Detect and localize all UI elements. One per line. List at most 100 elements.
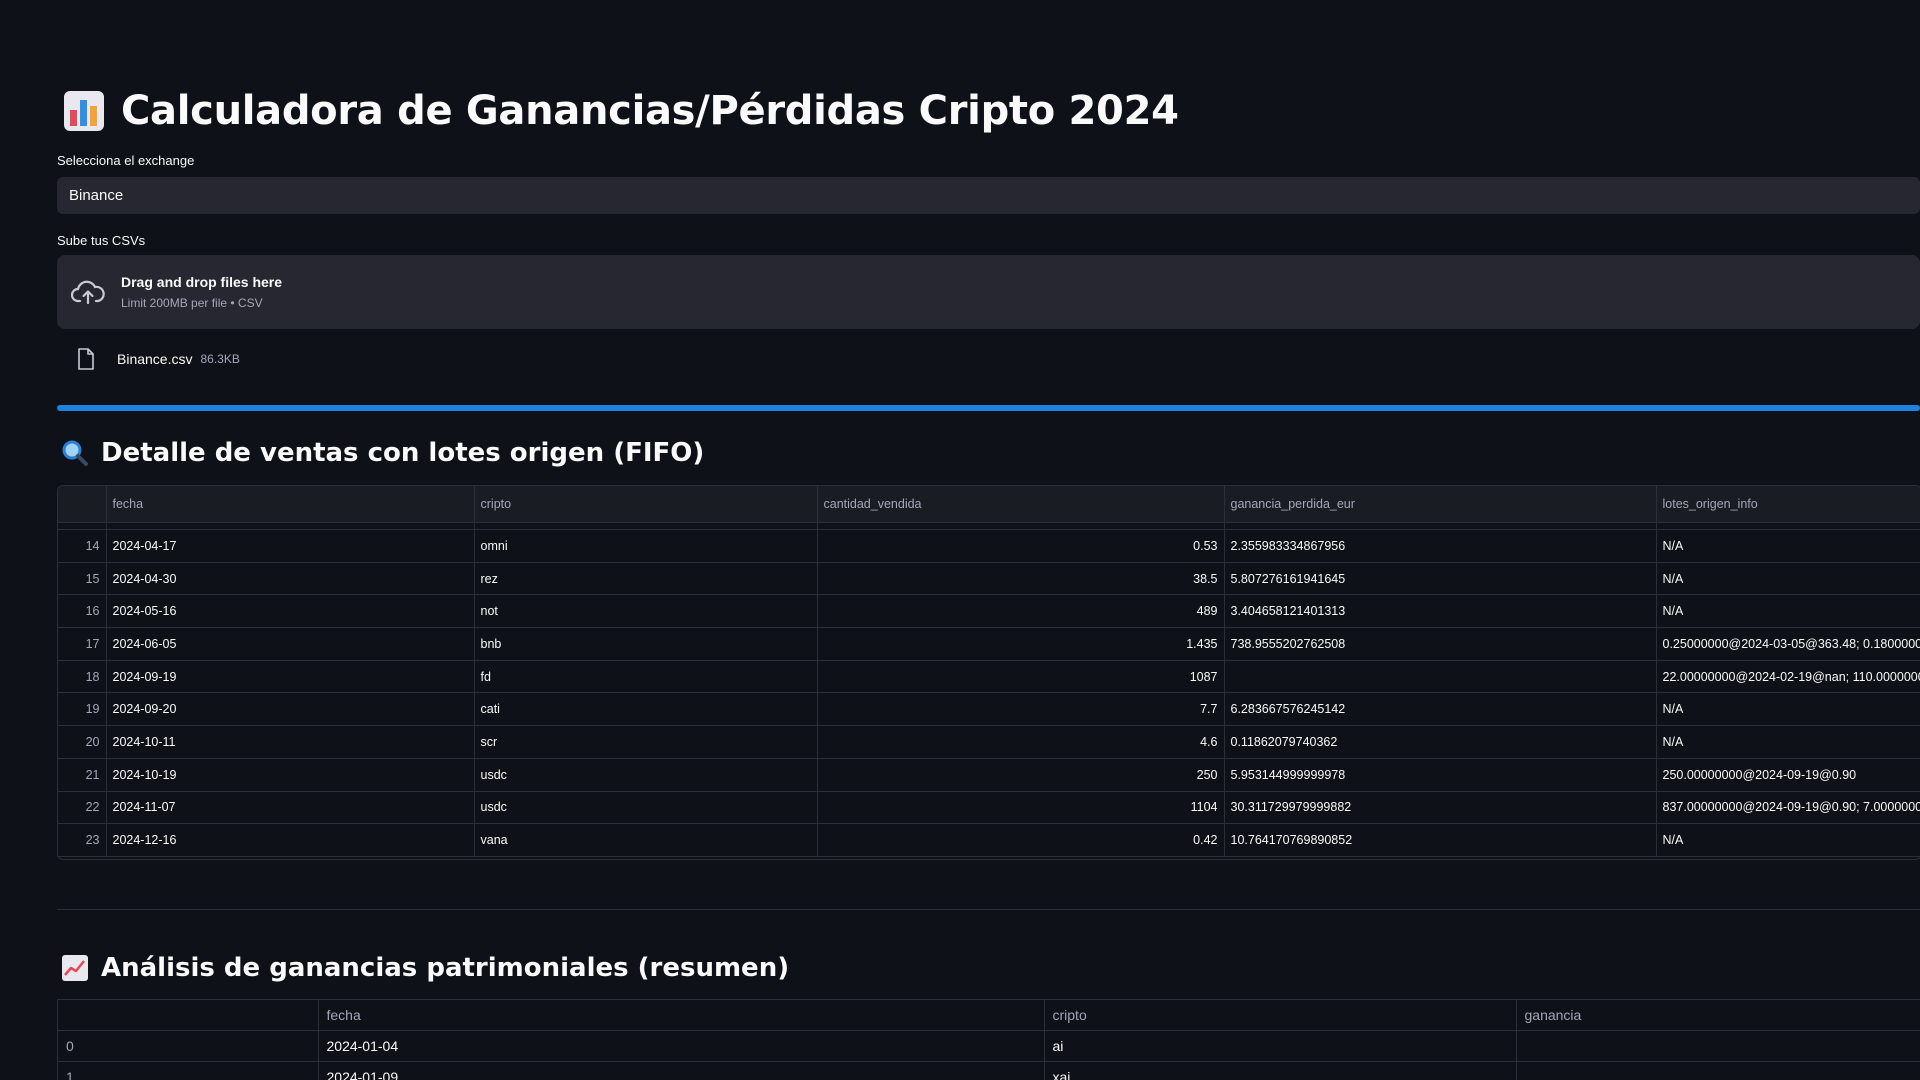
ganancia-cell[interactable]: 5.807276161941645	[1224, 562, 1657, 596]
table-row[interactable]: 22 2024-11-07 usdc 1104 30.311729979999882 83…	[58, 791, 1920, 825]
fecha-cell: 2024-01-09	[318, 1061, 1045, 1080]
row-index[interactable]: 18	[58, 660, 107, 694]
cripto-cell[interactable]: scr	[474, 725, 818, 759]
lotes-cell[interactable]: 250.00000000@2024-09-19@0.90	[1656, 758, 1920, 792]
ganancia-cell[interactable]: 6.283667576245142	[1224, 692, 1657, 727]
fecha-cell[interactable]: 2024-11-07	[106, 791, 475, 825]
cantidad-cell[interactable]: 7.7	[817, 692, 1225, 727]
table-row[interactable]: 20 2024-10-11 scr 4.6 0.11862079740362 N/A	[58, 725, 1920, 759]
fifo-section-title: Detalle de ventas con lotes origen (FIFO…	[101, 438, 705, 468]
index-column-header	[58, 1000, 319, 1031]
table-row[interactable]: 15 2024-04-30 rez 38.5 5.807276161941645 N/A	[58, 562, 1920, 596]
cripto-cell[interactable]: cati	[474, 692, 818, 727]
cantidad-cell[interactable]: 489	[817, 594, 1225, 629]
progress-bar	[57, 405, 1920, 411]
column-header: ganancia	[1516, 1000, 1920, 1031]
fecha-cell[interactable]: 2024-04-30	[106, 562, 475, 596]
cripto-cell[interactable]: omni	[474, 529, 818, 563]
cripto-cell[interactable]: bnb	[474, 627, 818, 661]
cantidad-cell[interactable]: 1104	[817, 791, 1225, 825]
cantidad-cell[interactable]: 1087	[817, 660, 1225, 694]
table-row[interactable]: 14 2024-04-17 omni 0.53 2.355983334867956 N/A	[58, 529, 1920, 563]
ganancia-cell[interactable]: 0.11862079740362	[1224, 725, 1657, 759]
fifo-data-table[interactable]: fecha cripto cantidad_vendida ganancia_p…	[57, 485, 1920, 860]
cripto-cell[interactable]: vana	[474, 823, 818, 857]
table-header-row: fecha cripto cantidad_vendida ganancia_p…	[58, 486, 1920, 523]
fecha-cell[interactable]: 2024-04-17	[106, 529, 475, 563]
uploaded-file-item: Binance.csv 86.3KB	[77, 348, 240, 370]
exchange-select[interactable]: Binance	[57, 177, 1920, 214]
fecha-cell[interactable]: 2024-06-05	[106, 627, 475, 661]
table-row[interactable]: 21 2024-10-19 usdc 250 5.953144999999978 250.…	[58, 758, 1920, 792]
row-index[interactable]: 22	[58, 791, 107, 825]
fecha-cell[interactable]: 2024-10-11	[106, 725, 475, 759]
ganancia-cell[interactable]: 738.9555202762508	[1224, 627, 1657, 661]
ganancia-cell[interactable]: 2.355983334867956	[1224, 529, 1657, 563]
lotes-cell[interactable]: N/A	[1656, 725, 1920, 759]
row-index[interactable]: 21	[58, 758, 107, 792]
fecha-cell[interactable]: 2024-09-19	[106, 660, 475, 694]
lotes-cell[interactable]: N/A	[1656, 529, 1920, 563]
lotes-cell[interactable]: 837.00000000@2024-09-19@0.90; 7.00000000…	[1656, 791, 1920, 825]
cripto-cell[interactable]: usdc	[474, 758, 818, 792]
row-index[interactable]: 14	[58, 529, 107, 563]
ganancia-cell[interactable]: 5.953144999999978	[1224, 758, 1657, 792]
lotes-cell[interactable]: N/A	[1656, 823, 1920, 857]
cripto-cell[interactable]: fd	[474, 660, 818, 694]
page-title: Calculadora de Ganancias/Pérdidas Cripto…	[121, 88, 1179, 134]
column-header[interactable]: cripto	[474, 486, 818, 523]
summary-data-table[interactable]: fecha cripto ganancia 0 2024-01-04 ai 1 2024…	[57, 999, 1920, 1080]
cripto-cell[interactable]: usdc	[474, 791, 818, 825]
fecha-cell[interactable]: 2024-09-20	[106, 692, 475, 727]
file-size: 86.3KB	[200, 352, 240, 366]
fecha-cell: 2024-01-04	[318, 1030, 1045, 1062]
fecha-cell[interactable]: 2024-05-16	[106, 594, 475, 629]
cantidad-cell[interactable]: 4.6	[817, 725, 1225, 759]
ganancia-cell	[1516, 1061, 1920, 1080]
table-row[interactable]: 0 2024-01-04 ai	[58, 1030, 1920, 1062]
cantidad-cell[interactable]: 1.435	[817, 627, 1225, 661]
ganancia-cell	[1516, 1030, 1920, 1062]
column-header[interactable]: lotes_origen_info	[1656, 486, 1920, 523]
upload-label: Sube tus CSVs	[57, 233, 146, 248]
file-dropzone[interactable]: Drag and drop files here Limit 200MB per…	[57, 255, 1920, 329]
column-header[interactable]: ganancia_perdida_eur	[1224, 486, 1657, 523]
cantidad-cell[interactable]: 0.42	[817, 823, 1225, 857]
fecha-cell[interactable]: 2024-10-19	[106, 758, 475, 792]
lotes-cell[interactable]: 22.00000000@2024-02-19@nan; 110.0000000@	[1656, 660, 1920, 694]
lotes-cell[interactable]: 0.25000000@2024-03-05@363.48; 0.18000000…	[1656, 627, 1920, 661]
table-cell	[1224, 522, 1657, 530]
ganancia-cell[interactable]: 3.404658121401313	[1224, 594, 1657, 629]
row-index[interactable]: 16	[58, 594, 107, 629]
lotes-cell[interactable]: N/A	[1656, 692, 1920, 727]
row-index[interactable]: 15	[58, 562, 107, 596]
row-index[interactable]: 20	[58, 725, 107, 759]
file-icon	[78, 348, 94, 370]
cantidad-cell[interactable]: 250	[817, 758, 1225, 792]
magnifier-icon	[62, 440, 88, 466]
table-row[interactable]: 16 2024-05-16 not 489 3.404658121401313 N/A	[58, 594, 1920, 629]
column-header[interactable]: fecha	[106, 486, 475, 523]
cripto-cell[interactable]: not	[474, 594, 818, 629]
table-row[interactable]: 18 2024-09-19 fd 1087 22.00000000@2024-02-19…	[58, 660, 1920, 694]
column-header: fecha	[318, 1000, 1045, 1031]
row-index[interactable]: 23	[58, 823, 107, 857]
table-row[interactable]: 23 2024-12-16 vana 0.42 10.764170769890852 N/…	[58, 823, 1920, 857]
table-row[interactable]: 19 2024-09-20 cati 7.7 6.283667576245142 N/A	[58, 692, 1920, 727]
row-index[interactable]: 17	[58, 627, 107, 661]
table-row[interactable]: 17 2024-06-05 bnb 1.435 738.9555202762508 0.2…	[58, 627, 1920, 661]
cripto-cell[interactable]: rez	[474, 562, 818, 596]
lotes-cell[interactable]: N/A	[1656, 594, 1920, 629]
ganancia-cell[interactable]: 30.311729979999882	[1224, 791, 1657, 825]
ganancia-cell[interactable]: 10.764170769890852	[1224, 823, 1657, 857]
row-index[interactable]: 19	[58, 692, 107, 727]
cantidad-cell[interactable]: 0.53	[817, 529, 1225, 563]
ganancia-cell[interactable]	[1224, 660, 1657, 694]
table-cell	[474, 522, 818, 530]
table-row[interactable]: 1 2024-01-09 xai	[58, 1061, 1920, 1080]
column-header[interactable]: cantidad_vendida	[817, 486, 1225, 523]
dropzone-instructions: Drag and drop files here	[121, 274, 283, 290]
cantidad-cell[interactable]: 38.5	[817, 562, 1225, 596]
fecha-cell[interactable]: 2024-12-16	[106, 823, 475, 857]
lotes-cell[interactable]: N/A	[1656, 562, 1920, 596]
